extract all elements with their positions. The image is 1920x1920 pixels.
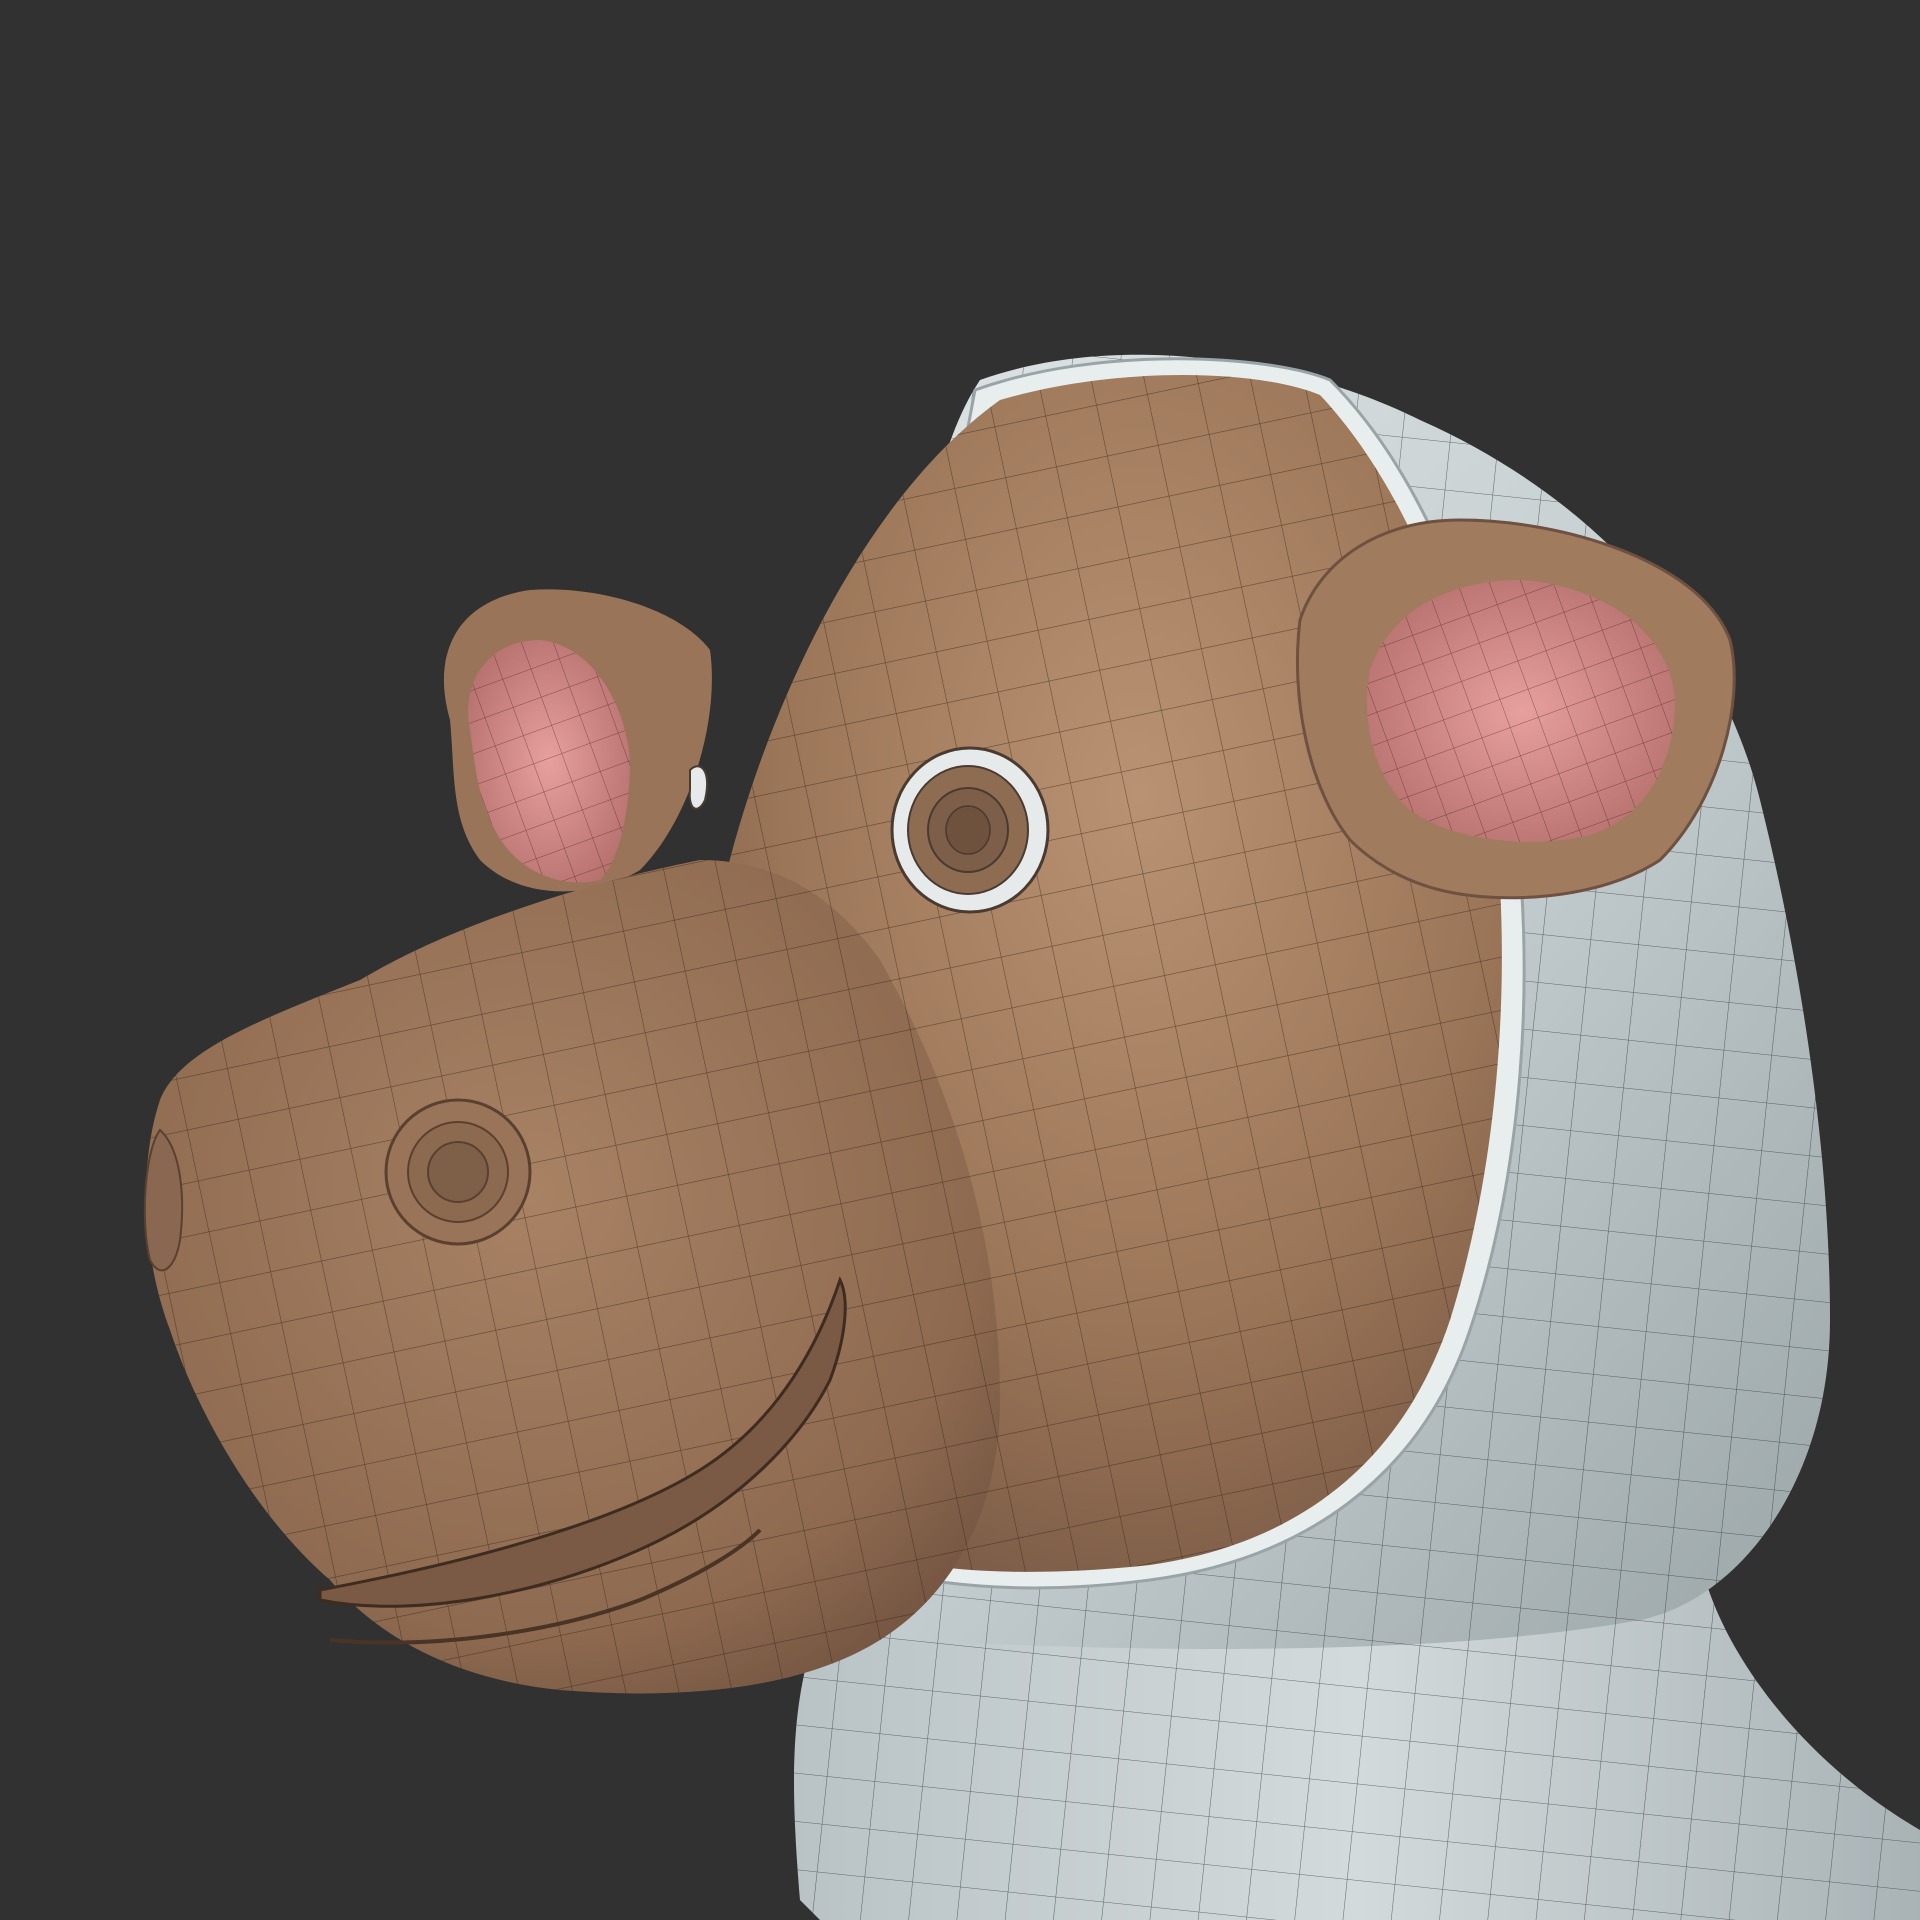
ear-right — [1295, 518, 1736, 900]
eye — [890, 746, 1050, 914]
nostril — [384, 1098, 532, 1246]
eye-far — [688, 765, 709, 810]
3d-viewport[interactable] — [0, 0, 1920, 1920]
hippo-model-render — [0, 0, 1920, 1920]
